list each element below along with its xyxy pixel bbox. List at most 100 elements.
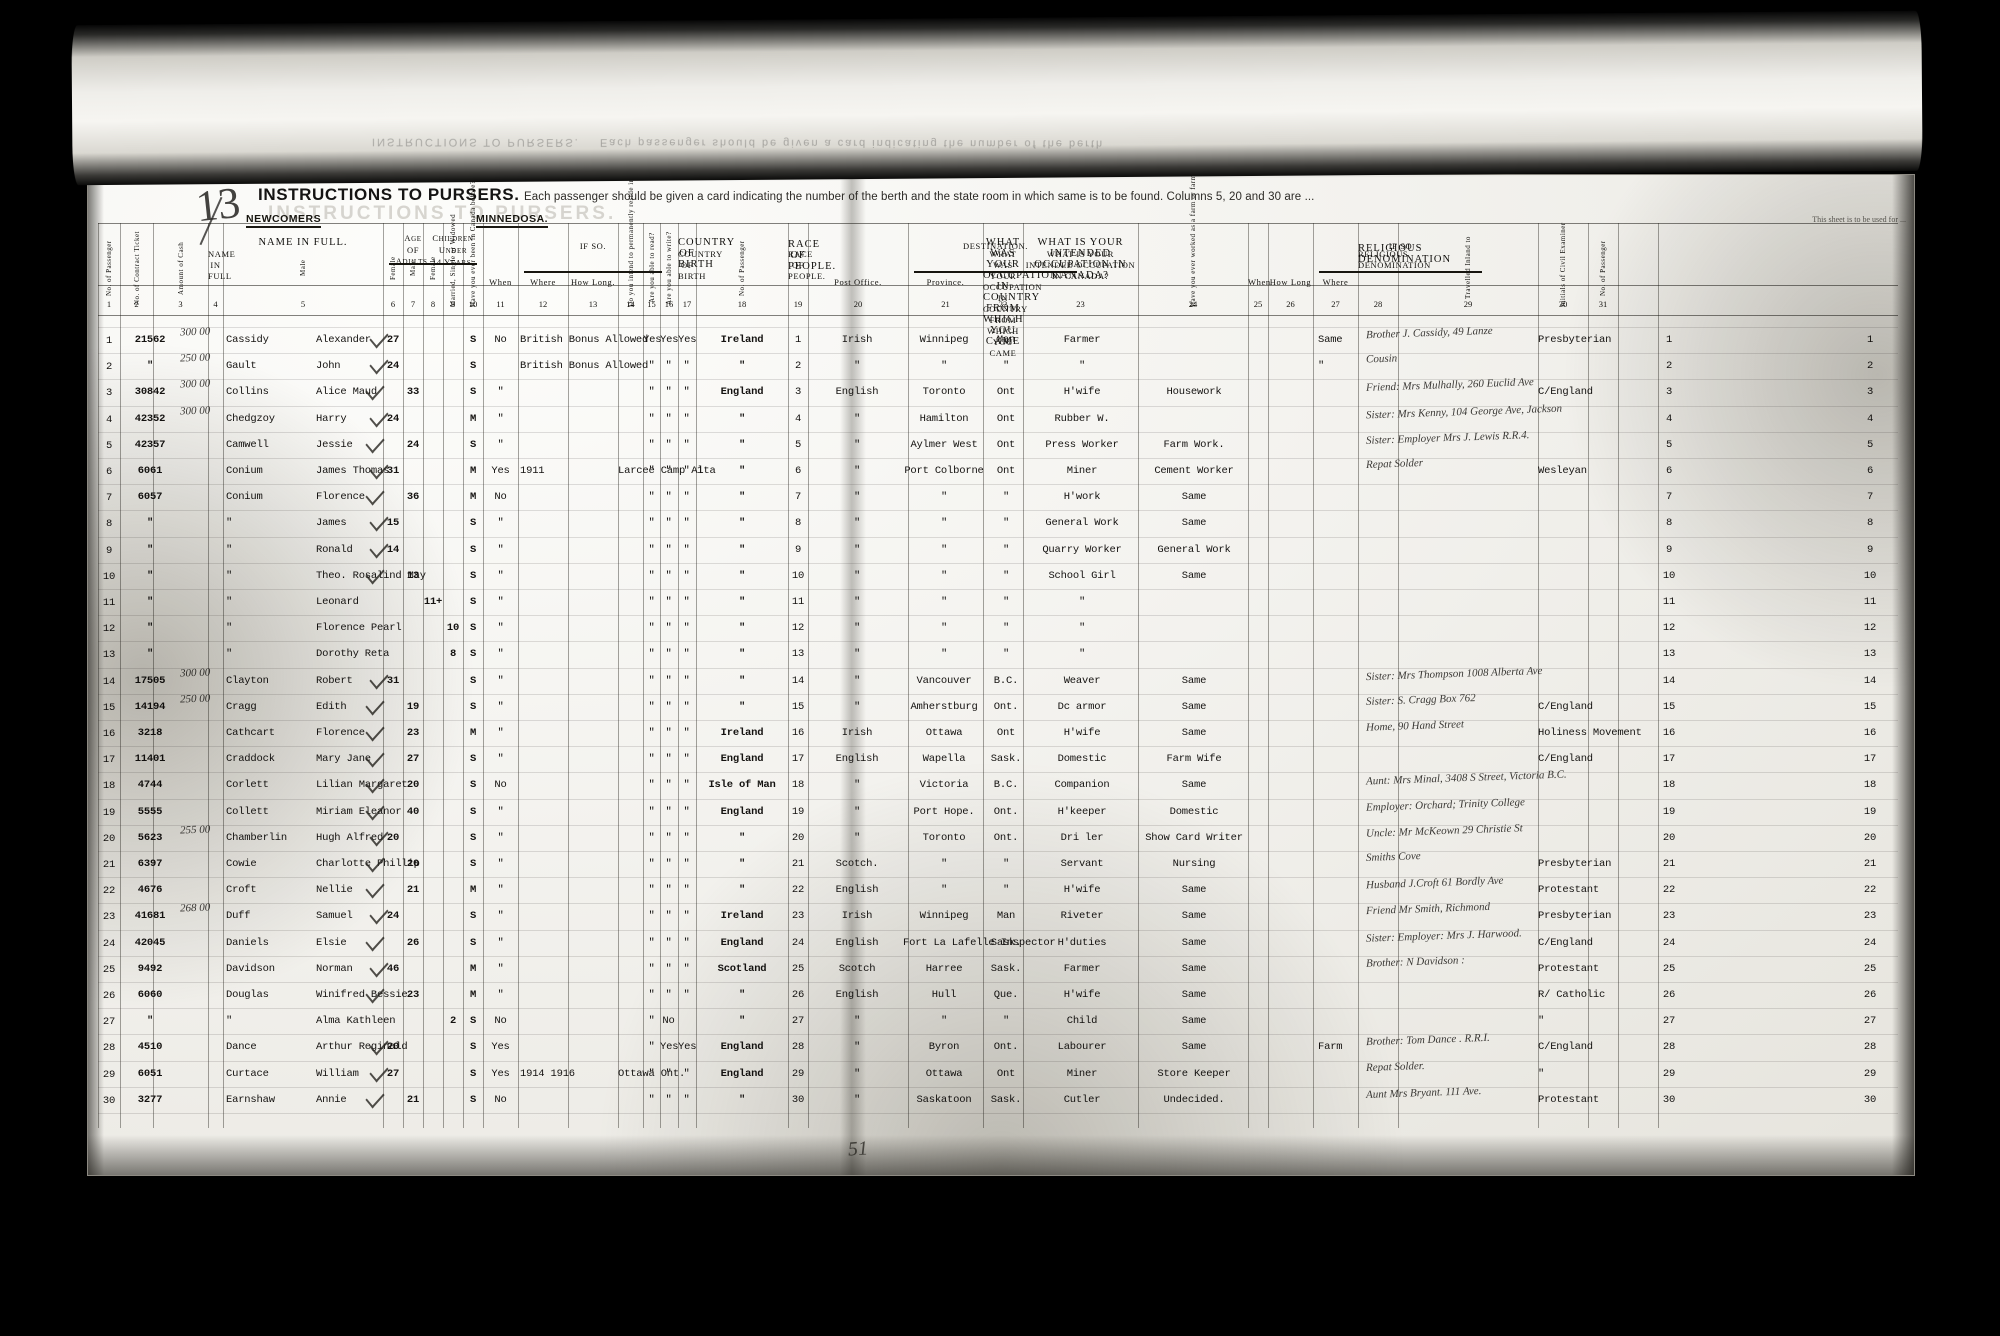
cell-religion-22: Protestant (1538, 884, 1600, 897)
cell-can-write-15: " (683, 700, 690, 713)
cell-been-in-canada-27: No (494, 1015, 507, 1028)
cell-age-male-20: 20 (386, 831, 400, 844)
cell-age-male-9: 14 (386, 543, 400, 556)
cell-post-office-4: Hamilton (919, 412, 969, 425)
cell-surname-26: Douglas (226, 989, 269, 1001)
cell-passenger-no-1: 1 (794, 334, 802, 346)
column-number-18: 18 (737, 299, 747, 309)
cell-post-office-17: Wapella (922, 753, 966, 766)
cell-marital-status-14: S (469, 674, 477, 687)
column-number-21: 21 (941, 299, 950, 309)
cell-reside-permanently-11: " (648, 596, 655, 608)
cell-age-female-10: 13 (406, 569, 420, 582)
cell-passenger-no-12: 12 (791, 622, 805, 635)
cell-race-20: " (853, 831, 861, 844)
cell-marital-status-2: S (469, 360, 477, 373)
row-number-29: 29 (102, 1068, 116, 1081)
cell-post-office-29: Ottawa (925, 1067, 963, 1080)
cell-reside-permanently-3: " (648, 386, 655, 399)
cell-passenger-no-right-1: 1 (1866, 334, 1874, 346)
column-number-24: 24 (1188, 299, 1198, 309)
cell-can-write-25: " (683, 962, 690, 975)
cell-province-9: " (1002, 543, 1010, 556)
cell-province-22: " (1002, 884, 1010, 897)
cell-marital-status-5: S (469, 438, 477, 451)
cell-can-read-11: " (665, 596, 672, 608)
cell-been-in-canada-20: " (497, 831, 504, 844)
cell-cash-handwritten-15: 250 00 (179, 692, 211, 706)
cell-passenger-no-15: 15 (791, 700, 805, 713)
cell-passenger-no-13: 13 (791, 648, 805, 661)
grid-horizontal-rule (98, 877, 1898, 879)
cell-marital-status-29: S (469, 1067, 477, 1080)
cell-occupation-from-24: H'duties (1057, 936, 1107, 949)
row-number-right-4: 4 (1665, 412, 1673, 425)
column-number-26: 26 (1286, 299, 1295, 309)
cell-given-name-27: Alma Kathleen (316, 1015, 396, 1028)
cell-age-male-1: 27 (386, 334, 400, 346)
cell-reside-permanently-2: " (648, 360, 655, 373)
cell-religion-23: Presbyterian (1538, 910, 1612, 923)
column-header-8: Female (429, 256, 437, 280)
cell-can-write-17: " (683, 753, 690, 766)
cell-country-of-birth-27: " (738, 1015, 746, 1028)
cell-religion-27: " (1538, 1015, 1545, 1028)
column-number-13: 13 (588, 299, 598, 309)
row-number-20: 20 (102, 832, 116, 845)
row-number-21: 21 (102, 859, 116, 871)
cell-surname-23: Duff (226, 910, 251, 923)
cell-can-write-28: Yes (678, 1041, 697, 1054)
row-number-right-18: 18 (1662, 779, 1676, 792)
cell-occupation-canada-3: Housework (1166, 386, 1222, 399)
cell-occupation-canada-29: Store Keeper (1157, 1067, 1231, 1080)
cell-race-29: " (853, 1067, 861, 1080)
cell-child-female-27: 2 (449, 1015, 457, 1028)
cell-marital-status-30: S (469, 1093, 477, 1106)
cell-passenger-no-right-18: 18 (1863, 779, 1877, 792)
cell-ifso-where-2: " (1318, 360, 1325, 373)
column-number-1: 1 (106, 299, 112, 309)
cell-passenger-no-27: 27 (791, 1015, 805, 1028)
cell-contract-ticket-14: 17505 (134, 674, 166, 687)
row-number-right-24: 24 (1662, 936, 1676, 949)
cell-age-male-23: 24 (386, 910, 400, 923)
cell-been-in-canada-25: " (497, 962, 504, 975)
cell-can-read-26: " (665, 989, 672, 1001)
cell-age-male-8: 15 (386, 517, 400, 530)
cell-can-read-28: Yes (660, 1041, 679, 1054)
cell-passenger-no-8: 8 (794, 517, 802, 530)
cell-religion-24: C/England (1538, 936, 1593, 949)
column-number-10: 10 (468, 299, 478, 309)
cell-can-write-5: " (683, 438, 690, 451)
cell-religion-6: Wesleyan (1538, 465, 1587, 477)
cell-post-office-25: Harree (925, 962, 963, 975)
cell-post-office-13: " (940, 648, 948, 661)
cell-marital-status-22: M (469, 884, 477, 897)
cell-province-17: Sask. (990, 753, 1022, 766)
cell-passenger-no-24: 24 (791, 936, 805, 949)
cell-reside-permanently-29: " (648, 1067, 655, 1080)
column-number-20: 20 (853, 299, 863, 309)
cell-can-read-23: " (665, 910, 672, 923)
cell-been-in-canada-7: No (494, 491, 507, 504)
column-number-14: 14 (626, 299, 635, 309)
cell-can-write-8: " (683, 517, 690, 530)
cell-marital-status-13: S (469, 648, 477, 661)
row-number-right-3: 3 (1665, 386, 1673, 399)
cell-race-27: " (853, 1015, 861, 1028)
row-number-right-11: 11 (1662, 596, 1676, 608)
cell-race-30: " (853, 1093, 861, 1106)
cell-reside-permanently-28: " (648, 1041, 655, 1054)
row-number-right-16: 16 (1662, 727, 1676, 739)
cell-province-16: Ont (996, 727, 1016, 739)
cell-marital-status-28: S (469, 1041, 477, 1054)
cell-occupation-from-21: Servant (1060, 858, 1104, 870)
cell-occupation-from-18: Companion (1054, 779, 1110, 792)
cell-age-male-2: 24 (386, 360, 400, 373)
cell-occupation-from-17: Domestic (1057, 753, 1107, 766)
cell-race-28: " (853, 1041, 861, 1054)
cell-passenger-no-10: 10 (791, 569, 805, 582)
cell-occupation-from-4: Rubber W. (1054, 412, 1110, 425)
cell-contract-ticket-3: 30842 (134, 386, 166, 399)
cell-passenger-no-right-21: 21 (1863, 858, 1877, 870)
